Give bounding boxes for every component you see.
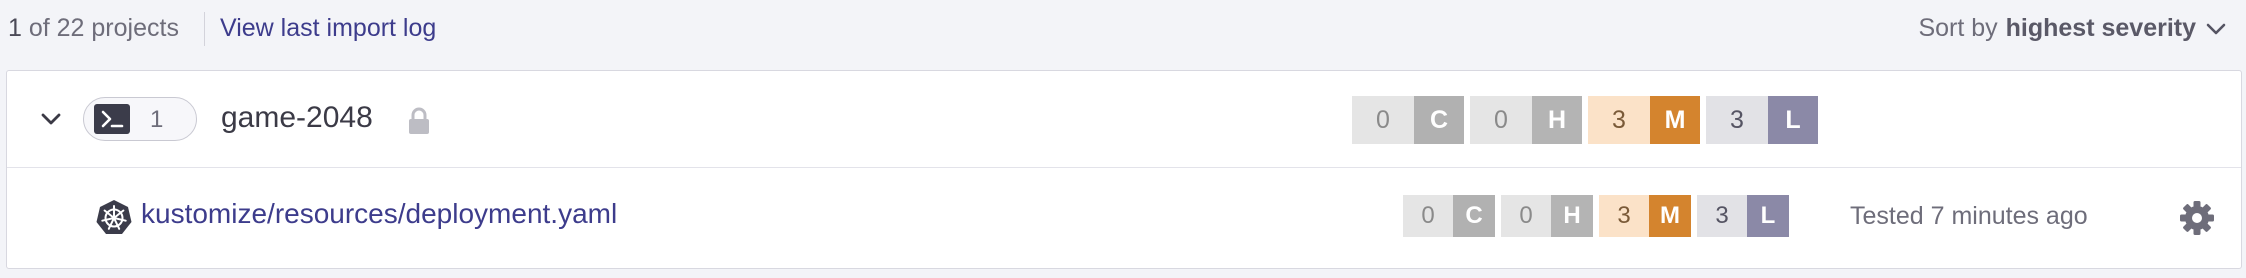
target-file-link[interactable]: kustomize/resources/deployment.yaml [141,198,617,230]
project-severity-counts: 0C 0H 3M 3L [1352,96,1818,144]
critical-count: 0 [1403,195,1453,237]
lock-icon [409,107,429,134]
sort-value: highest severity [2005,14,2196,42]
project-count: 1 of 22 projects [8,14,179,43]
high-count: 0 [1501,195,1551,237]
high-letter: H [1551,195,1593,237]
critical-letter: C [1453,195,1495,237]
gear-icon[interactable] [2177,198,2217,238]
low-letter: L [1768,96,1818,144]
critical-count-badge: 0C [1352,96,1464,144]
low-count-badge: 3L [1706,96,1818,144]
medium-count-badge: 3M [1599,195,1691,237]
project-count-text: of 22 projects [21,14,179,42]
high-count-badge: 0H [1501,195,1593,237]
header-divider [204,12,205,46]
project-name[interactable]: game-2048 [221,101,373,135]
medium-count: 3 [1599,195,1649,237]
sort-label: Sort by [1918,14,1998,42]
terminal-icon [94,104,130,134]
medium-count: 3 [1588,96,1650,144]
high-letter: H [1532,96,1582,144]
low-count-badge: 3L [1697,195,1789,237]
target-row: kustomize/resources/deployment.yaml Test… [7,168,2241,268]
medium-letter: M [1650,96,1700,144]
tested-timestamp: Tested 7 minutes ago [1850,202,2088,230]
project-list-header: 1 of 22 projects View last import log So… [0,0,2246,58]
sort-dropdown[interactable]: Sort by highest severity [1918,14,2228,43]
high-count-badge: 0H [1470,96,1582,144]
kubernetes-icon [96,200,132,234]
target-count: 1 [150,106,164,133]
project-row: 1 game-2048 0C 0H 3M 3L [7,71,2241,168]
target-severity-counts: 0C 0H 3M 3L [1403,195,1789,237]
target-count-pill: 1 [83,97,197,141]
critical-count-badge: 0C [1403,195,1495,237]
medium-letter: M [1649,195,1691,237]
medium-count-badge: 3M [1588,96,1700,144]
high-count: 0 [1470,96,1532,144]
low-count: 3 [1706,96,1768,144]
chevron-down-icon [2206,23,2226,34]
view-import-log-link[interactable]: View last import log [220,14,436,43]
low-letter: L [1747,195,1789,237]
critical-count: 0 [1352,96,1414,144]
project-card: 1 game-2048 0C 0H 3M 3L kustomize/resour… [6,70,2242,269]
critical-letter: C [1414,96,1464,144]
low-count: 3 [1697,195,1747,237]
project-count-number: 1 [8,14,22,42]
collapse-chevron-icon[interactable] [37,105,65,133]
